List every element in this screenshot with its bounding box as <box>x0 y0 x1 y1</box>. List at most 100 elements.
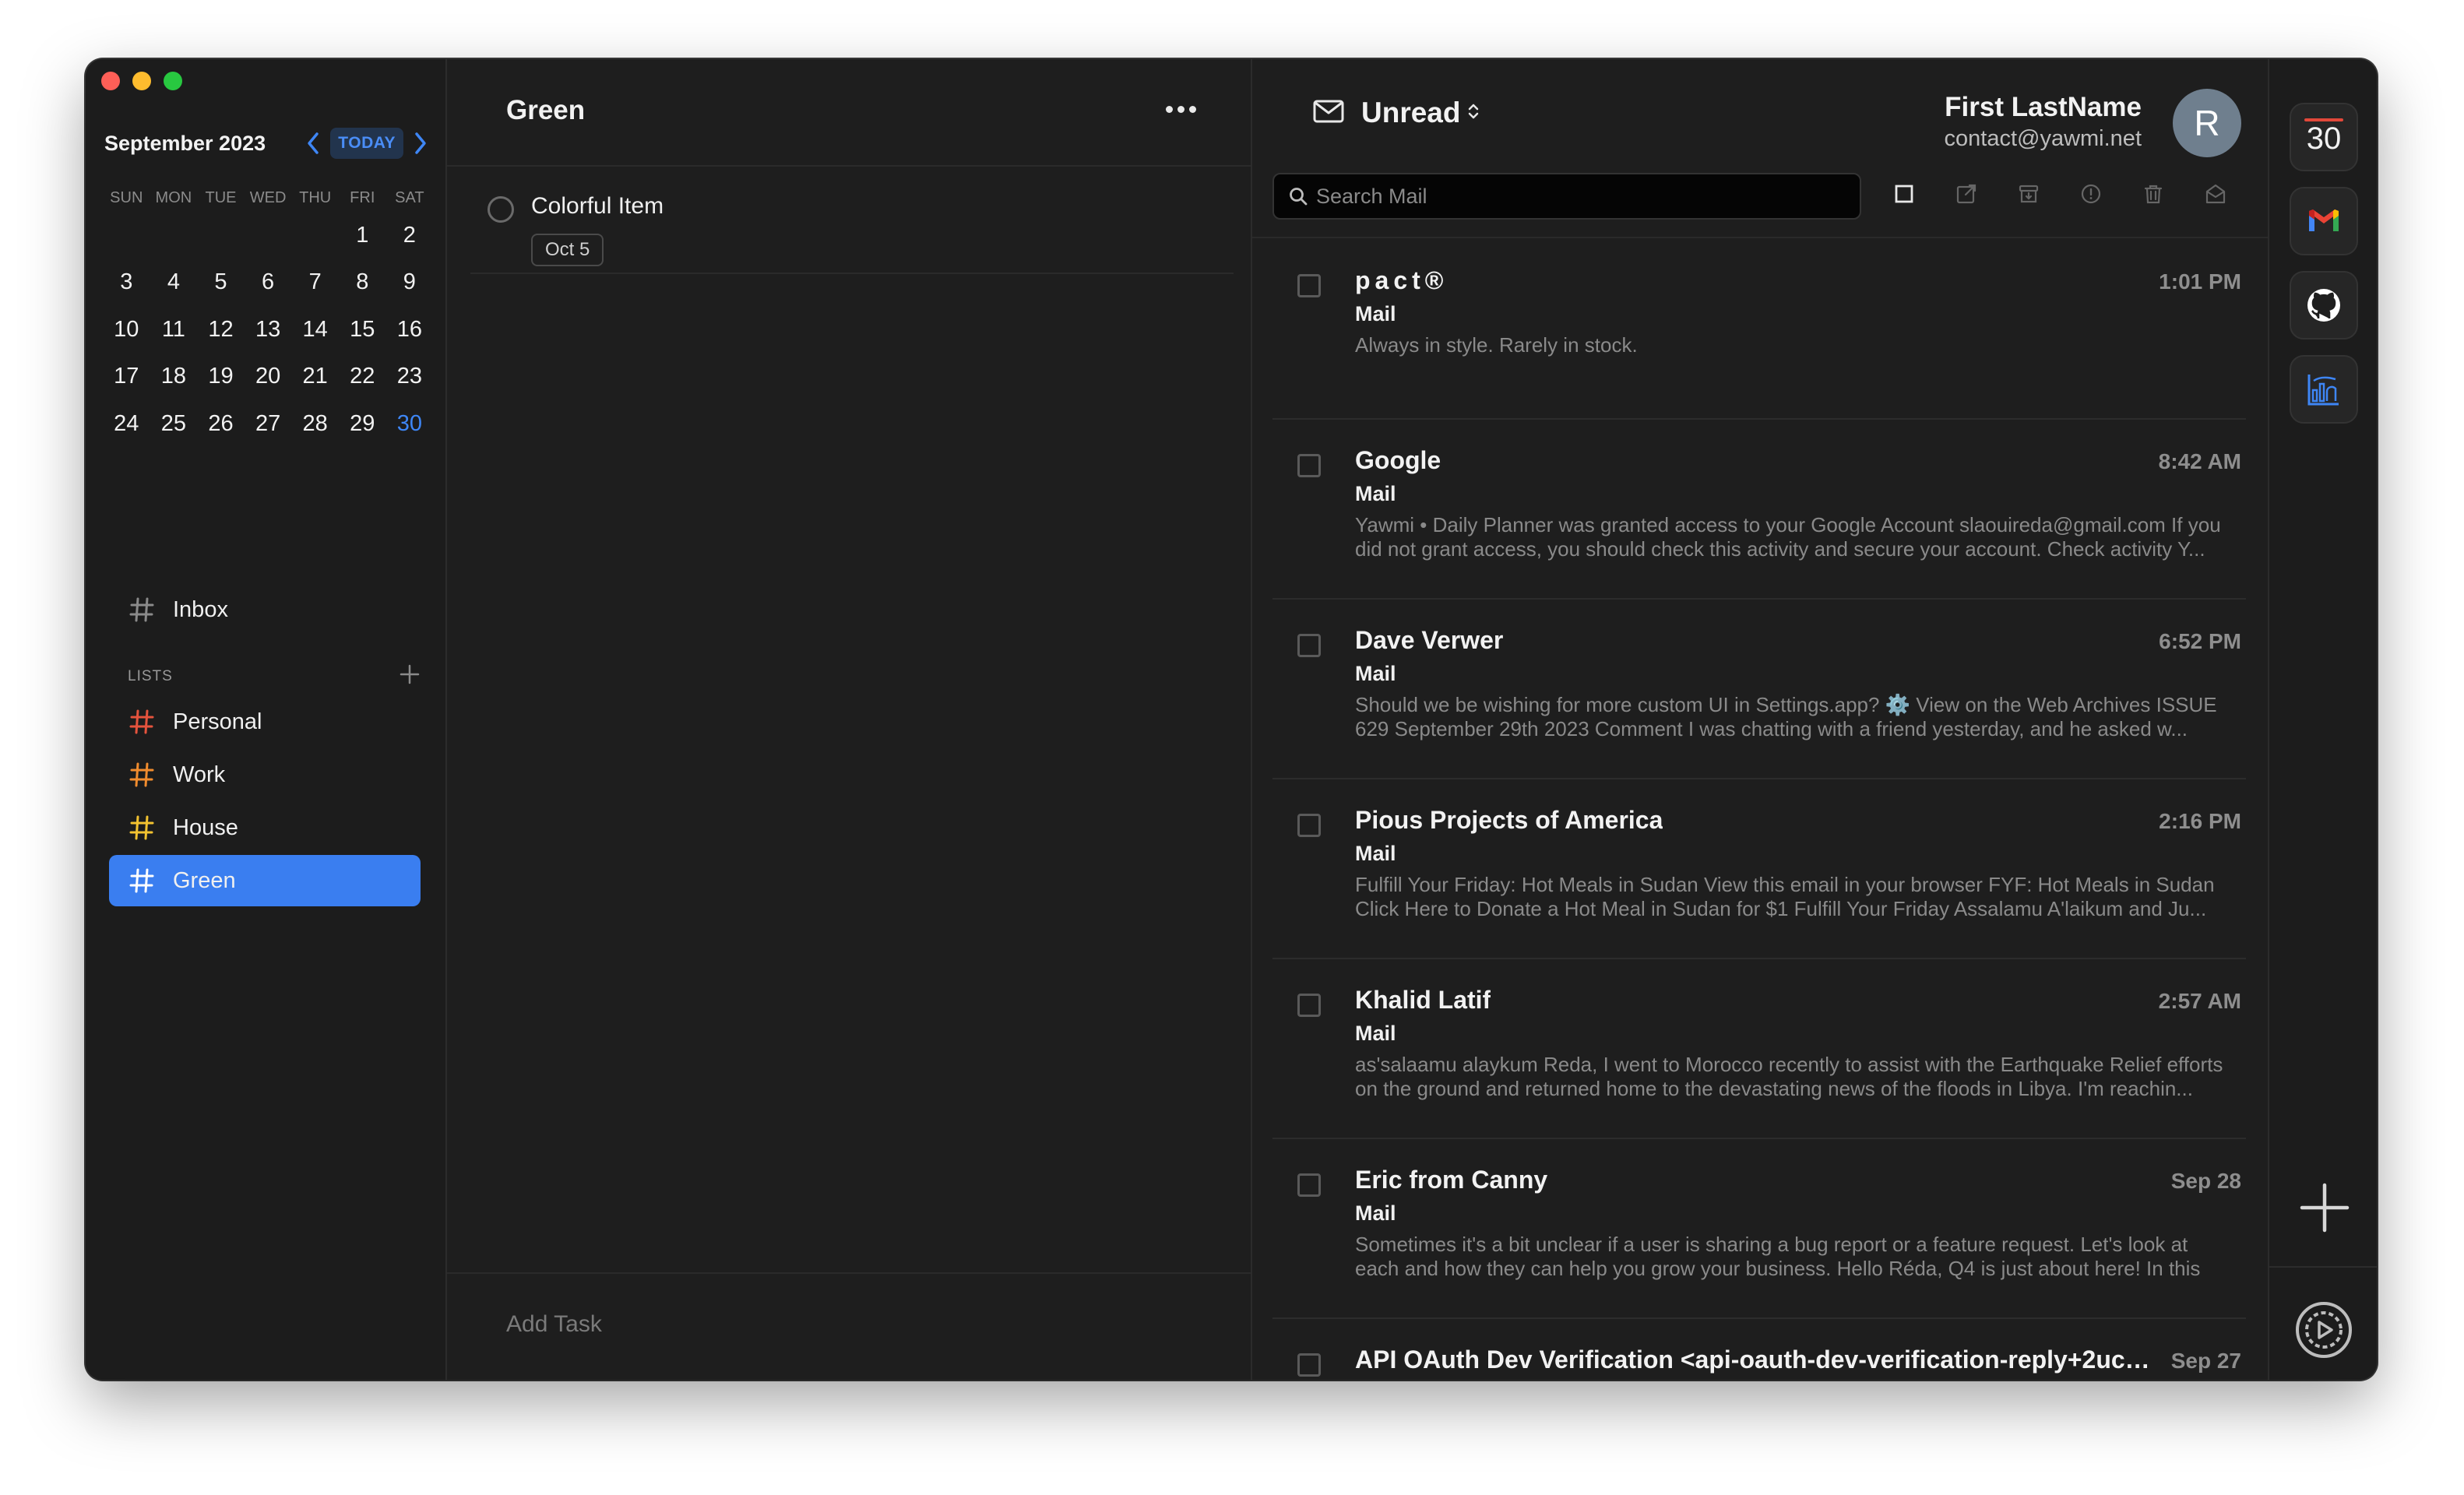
calendar-day[interactable]: 22 <box>339 364 386 389</box>
calendar-day[interactable]: 2 <box>386 223 434 248</box>
spam-icon[interactable] <box>2078 181 2104 207</box>
calendar-day[interactable]: 14 <box>291 317 339 343</box>
mail-checkbox[interactable] <box>1297 274 1321 297</box>
settings-icon[interactable] <box>2293 1299 2355 1361</box>
select-all-icon[interactable] <box>1891 181 1917 207</box>
mail-toolbar <box>1891 181 2229 207</box>
calendar-day[interactable]: 30 <box>386 411 434 437</box>
archive-icon[interactable] <box>2015 181 2042 207</box>
mail-checkbox[interactable] <box>1297 454 1321 477</box>
calendar-day[interactable]: 27 <box>245 411 292 437</box>
hash-icon <box>129 709 154 734</box>
mail-checkbox[interactable] <box>1297 814 1321 837</box>
task-pane-header: Green <box>447 59 1251 167</box>
calendar-icon: 30 <box>2304 118 2343 156</box>
calendar-day[interactable]: 29 <box>339 411 386 437</box>
lists-header: LISTS <box>128 663 421 689</box>
search-icon <box>1290 188 1308 206</box>
calendar-day[interactable]: 16 <box>386 317 434 343</box>
calendar-day[interactable]: 8 <box>339 269 386 295</box>
search-input[interactable] <box>1316 184 1846 209</box>
close-window-button[interactable] <box>101 72 120 90</box>
today-button[interactable]: TODAY <box>330 128 403 159</box>
search-bar <box>1272 173 1861 220</box>
calendar-day[interactable]: 23 <box>386 364 434 389</box>
chart-app-button[interactable] <box>2290 355 2358 424</box>
mail-list-item[interactable]: API OAuth Dev Verification <api-oauth-de… <box>1272 1319 2246 1380</box>
mail-time: 1:01 PM <box>2159 269 2241 294</box>
task-checkbox[interactable] <box>488 196 514 223</box>
mailbox-selector[interactable]: Unread <box>1313 97 1480 129</box>
calendar-day[interactable]: 5 <box>197 269 245 295</box>
minimize-window-button[interactable] <box>132 72 151 90</box>
calendar-day[interactable]: 6 <box>245 269 292 295</box>
mark-read-icon[interactable] <box>2202 181 2229 207</box>
calendar-day[interactable]: 9 <box>386 269 434 295</box>
calendar-app-button[interactable]: 30 <box>2290 103 2358 171</box>
sidebar-item-label: Green <box>173 867 236 893</box>
mail-sender: Eric from Canny <box>1355 1166 1548 1194</box>
sidebar-item-house[interactable]: House <box>109 802 421 853</box>
calendar-day[interactable]: 12 <box>197 317 245 343</box>
github-app-button[interactable] <box>2290 271 2358 339</box>
weekday-label: THU <box>299 188 332 206</box>
mail-sender: pact® <box>1355 266 1448 294</box>
calendar-day[interactable]: 25 <box>150 411 198 437</box>
mail-list-item[interactable]: Khalid Latif 2:57 AM Mail as'salaamu alayku… <box>1272 959 2246 1139</box>
add-task-input[interactable]: Add Task <box>506 1311 602 1338</box>
chevron-right-icon[interactable] <box>410 128 431 159</box>
weekday-label: FRI <box>350 188 375 206</box>
sidebar-item-inbox[interactable]: Inbox <box>109 584 421 635</box>
calendar-day[interactable]: 1 <box>339 223 386 248</box>
sidebar-item-personal[interactable]: Personal <box>109 696 421 748</box>
calendar-day[interactable]: 24 <box>103 411 150 437</box>
calendar-day[interactable]: 13 <box>245 317 292 343</box>
calendar-day[interactable]: 15 <box>339 317 386 343</box>
window-controls <box>101 72 182 90</box>
list-title: Green <box>506 95 586 125</box>
mail-checkbox[interactable] <box>1297 1173 1321 1197</box>
calendar-day[interactable]: 19 <box>197 364 245 389</box>
plus-icon[interactable] <box>2297 1180 2352 1235</box>
avatar[interactable]: R <box>2173 89 2241 157</box>
calendar-day[interactable]: 17 <box>103 364 150 389</box>
mail-tag: Mail <box>1355 1201 1396 1225</box>
add-list-button[interactable] <box>399 663 421 689</box>
chart-icon <box>2307 375 2339 406</box>
mail-tag: Mail <box>1355 1022 1396 1045</box>
task-item[interactable]: Colorful Item Oct 5 <box>470 168 1234 274</box>
sidebar-item-work[interactable]: Work <box>109 749 421 800</box>
mail-checkbox[interactable] <box>1297 994 1321 1017</box>
more-options-icon[interactable] <box>1166 106 1196 113</box>
mail-time: Sep 28 <box>2170 1169 2241 1193</box>
sidebar-item-label: Personal <box>173 709 262 734</box>
open-external-icon[interactable] <box>1953 181 1980 207</box>
calendar-day[interactable]: 4 <box>150 269 198 295</box>
mail-list-item[interactable]: Pious Projects of America 2:16 PM Mail Fulf… <box>1272 779 2246 959</box>
mail-sender: Khalid Latif <box>1355 986 1491 1014</box>
mail-list-item[interactable]: pact® 1:01 PM Mail Always in style. Rarely … <box>1272 240 2246 420</box>
mail-checkbox[interactable] <box>1297 634 1321 657</box>
mail-list-item[interactable]: Google 8:42 AM Mail Yawmi • Daily Planner w… <box>1272 420 2246 600</box>
mail-list-item[interactable]: Dave Verwer 6:52 PM Mail Should we be wishi… <box>1272 600 2246 779</box>
calendar-day[interactable]: 28 <box>291 411 339 437</box>
calendar-day[interactable]: 21 <box>291 364 339 389</box>
calendar-day[interactable]: 20 <box>245 364 292 389</box>
mail-list-item[interactable]: Eric from Canny Sep 28 Mail Sometimes it's … <box>1272 1139 2246 1319</box>
mail-checkbox[interactable] <box>1297 1353 1321 1377</box>
calendar-day[interactable]: 18 <box>150 364 198 389</box>
mail-preview: Sometimes it's a bit unclear if a user i… <box>1355 1233 2201 1280</box>
calendar-day[interactable]: 10 <box>103 317 150 343</box>
weekday-label: MON <box>155 188 192 206</box>
sidebar-item-green[interactable]: Green <box>109 855 421 906</box>
gmail-app-button[interactable] <box>2290 187 2358 255</box>
chevron-left-icon[interactable] <box>302 128 324 159</box>
calendar-day[interactable]: 3 <box>103 269 150 295</box>
plus-icon <box>400 664 420 684</box>
mail-list: pact® 1:01 PM Mail Always in style. Rarely … <box>1272 240 2246 1380</box>
trash-icon[interactable] <box>2140 181 2167 207</box>
calendar-day[interactable]: 26 <box>197 411 245 437</box>
calendar-day[interactable]: 11 <box>150 317 198 343</box>
zoom-window-button[interactable] <box>164 72 182 90</box>
calendar-day[interactable]: 7 <box>291 269 339 295</box>
